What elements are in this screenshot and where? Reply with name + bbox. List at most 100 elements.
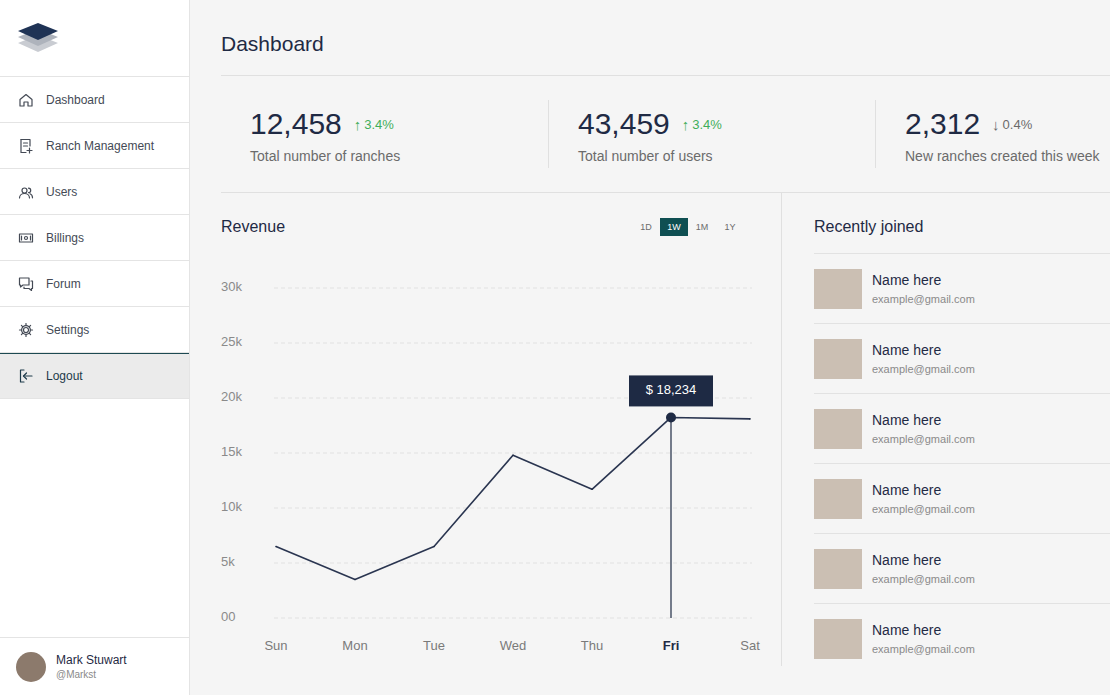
sidebar-item-label: Billings <box>46 231 84 245</box>
x-label: Tue <box>423 638 445 653</box>
grid-line <box>274 343 752 344</box>
sidebar-item-label: Logout <box>46 369 83 383</box>
user-photo <box>814 619 862 659</box>
x-label: Sun <box>264 638 287 653</box>
user-photo <box>814 549 862 589</box>
sidebar-item[interactable]: Ranch Management <box>0 123 189 169</box>
recent-user-email: example@gmail.com <box>872 363 975 375</box>
sidebar-item-label: Users <box>46 185 77 199</box>
stat-card: 12,458↑3.4%Total number of ranches <box>221 100 548 168</box>
recent-user-email: example@gmail.com <box>872 573 975 585</box>
data-point[interactable] <box>275 546 277 548</box>
logo[interactable] <box>0 0 189 77</box>
recent-user-row[interactable]: Name hereexample@gmail.com <box>814 323 1110 393</box>
y-tick: 30k <box>221 279 242 294</box>
sidebar-item[interactable]: Dashboard <box>0 77 189 123</box>
user-photo <box>814 339 862 379</box>
stat-card: 2,312↓0.4%New ranches created this week <box>875 100 1110 168</box>
range-tab[interactable]: 1W <box>660 218 688 236</box>
range-tabs: 1D1W1M1Y <box>632 218 744 236</box>
y-tick: 20k <box>221 389 242 404</box>
user-name: Mark Stuwart <box>56 653 127 667</box>
sidebar-item[interactable]: Users <box>0 169 189 215</box>
recent-user-email: example@gmail.com <box>872 643 975 655</box>
recent-user-row[interactable]: Name here example@gmail.com <box>814 533 1110 603</box>
recent-user-email: example@gmail.com <box>872 293 975 305</box>
revenue-panel: Revenue1D1W1M1Y30k25k20k15k10k5k00SunMon… <box>221 193 782 666</box>
grid-line <box>274 563 752 564</box>
recent-user-email: example@gmail.com <box>872 503 975 515</box>
x-label: Sat <box>740 638 760 653</box>
x-label: Thu <box>581 638 603 653</box>
trend-arrow-icon: ↑ <box>354 116 362 133</box>
sidebar-nav: Dashboard Ranch Management Users Billings Fo… <box>0 77 189 399</box>
sidebar-item-label: Settings <box>46 323 89 337</box>
x-label: Fri <box>663 638 680 653</box>
sidebar-item[interactable]: Settings <box>0 307 189 353</box>
bottom-section: Revenue1D1W1M1Y30k25k20k15k10k5k00SunMon… <box>221 193 1110 695</box>
grid-line <box>274 618 752 619</box>
home-icon <box>18 92 34 108</box>
chart-tooltip: $ 18,234 <box>629 375 713 406</box>
money-icon <box>18 230 34 246</box>
data-point[interactable] <box>512 454 514 456</box>
recent-user-name: Name here <box>872 622 975 638</box>
y-tick: 10k <box>221 499 242 514</box>
sidebar-item-label: Ranch Management <box>46 139 154 153</box>
recent-user-row[interactable]: Name here example@gmail.com <box>814 393 1110 463</box>
user-photo <box>814 269 862 309</box>
recent-title: Recently joined <box>814 215 1110 239</box>
user-photo <box>814 479 862 519</box>
grid-line <box>274 288 752 289</box>
gear-icon <box>18 322 34 338</box>
recent-user-row[interactable]: Name here example@gmail.com <box>814 603 1110 673</box>
data-point[interactable] <box>354 579 356 581</box>
x-label: Mon <box>342 638 367 653</box>
user-avatar <box>16 652 46 682</box>
sidebar-item[interactable]: Forum <box>0 261 189 307</box>
recent-user-email: example@gmail.com <box>872 433 975 445</box>
y-tick: 15k <box>221 444 242 459</box>
document-icon <box>18 138 34 154</box>
grid-line <box>274 453 752 454</box>
recent-user-row[interactable]: Name hereexample@gmail.com <box>814 253 1110 323</box>
user-photo <box>814 409 862 449</box>
main-content: Dashboard12,458↑3.4%Total number of ranc… <box>190 0 1110 695</box>
stat-label: New ranches created this week <box>905 148 1102 164</box>
users-icon <box>18 184 34 200</box>
range-tab[interactable]: 1M <box>688 218 716 236</box>
page-header: Dashboard <box>221 0 1110 76</box>
trend-arrow-icon: ↑ <box>682 116 690 133</box>
stat-label: Total number of users <box>578 148 867 164</box>
data-point[interactable] <box>591 489 593 491</box>
x-label: Wed <box>500 638 527 653</box>
stat-change: ↓0.4% <box>992 116 1032 133</box>
page-title: Dashboard <box>221 30 1110 58</box>
revenue-chart: 30k25k20k15k10k5k00SunMonTueWedThuFriSat… <box>221 266 766 666</box>
data-point[interactable] <box>433 546 435 548</box>
y-tick: 5k <box>221 554 235 569</box>
logout-icon <box>18 368 34 384</box>
chat-icon <box>18 276 34 292</box>
recent-user-name: Name here <box>872 412 975 428</box>
stat-value: 43,459 <box>578 104 670 144</box>
layers-logo-icon <box>16 21 60 55</box>
data-point[interactable] <box>666 412 676 422</box>
data-point[interactable] <box>749 418 751 420</box>
sidebar: Dashboard Ranch Management Users Billings Fo… <box>0 0 190 695</box>
stat-value: 12,458 <box>250 104 342 144</box>
sidebar-item-label: Forum <box>46 277 81 291</box>
recent-user-name: Name here <box>872 482 975 498</box>
user-profile[interactable]: Mark Stuwart@Markst <box>0 637 189 695</box>
range-tab[interactable]: 1Y <box>716 218 744 236</box>
recent-list: Name here example@gmail.com Name here examp… <box>814 253 1110 673</box>
stat-change: ↑3.4% <box>682 116 722 133</box>
range-tab[interactable]: 1D <box>632 218 660 236</box>
tooltip-text: $ 18,234 <box>646 382 697 397</box>
sidebar-item[interactable]: Logout <box>0 353 189 399</box>
sidebar-item[interactable]: Billings <box>0 215 189 261</box>
recent-user-row[interactable]: Name here example@gmail.com <box>814 463 1110 533</box>
hover-line <box>670 417 671 618</box>
dashboard-app: Dashboard Ranch Management Users Billings Fo… <box>0 0 1110 695</box>
recent-user-name: Name here <box>872 552 975 568</box>
